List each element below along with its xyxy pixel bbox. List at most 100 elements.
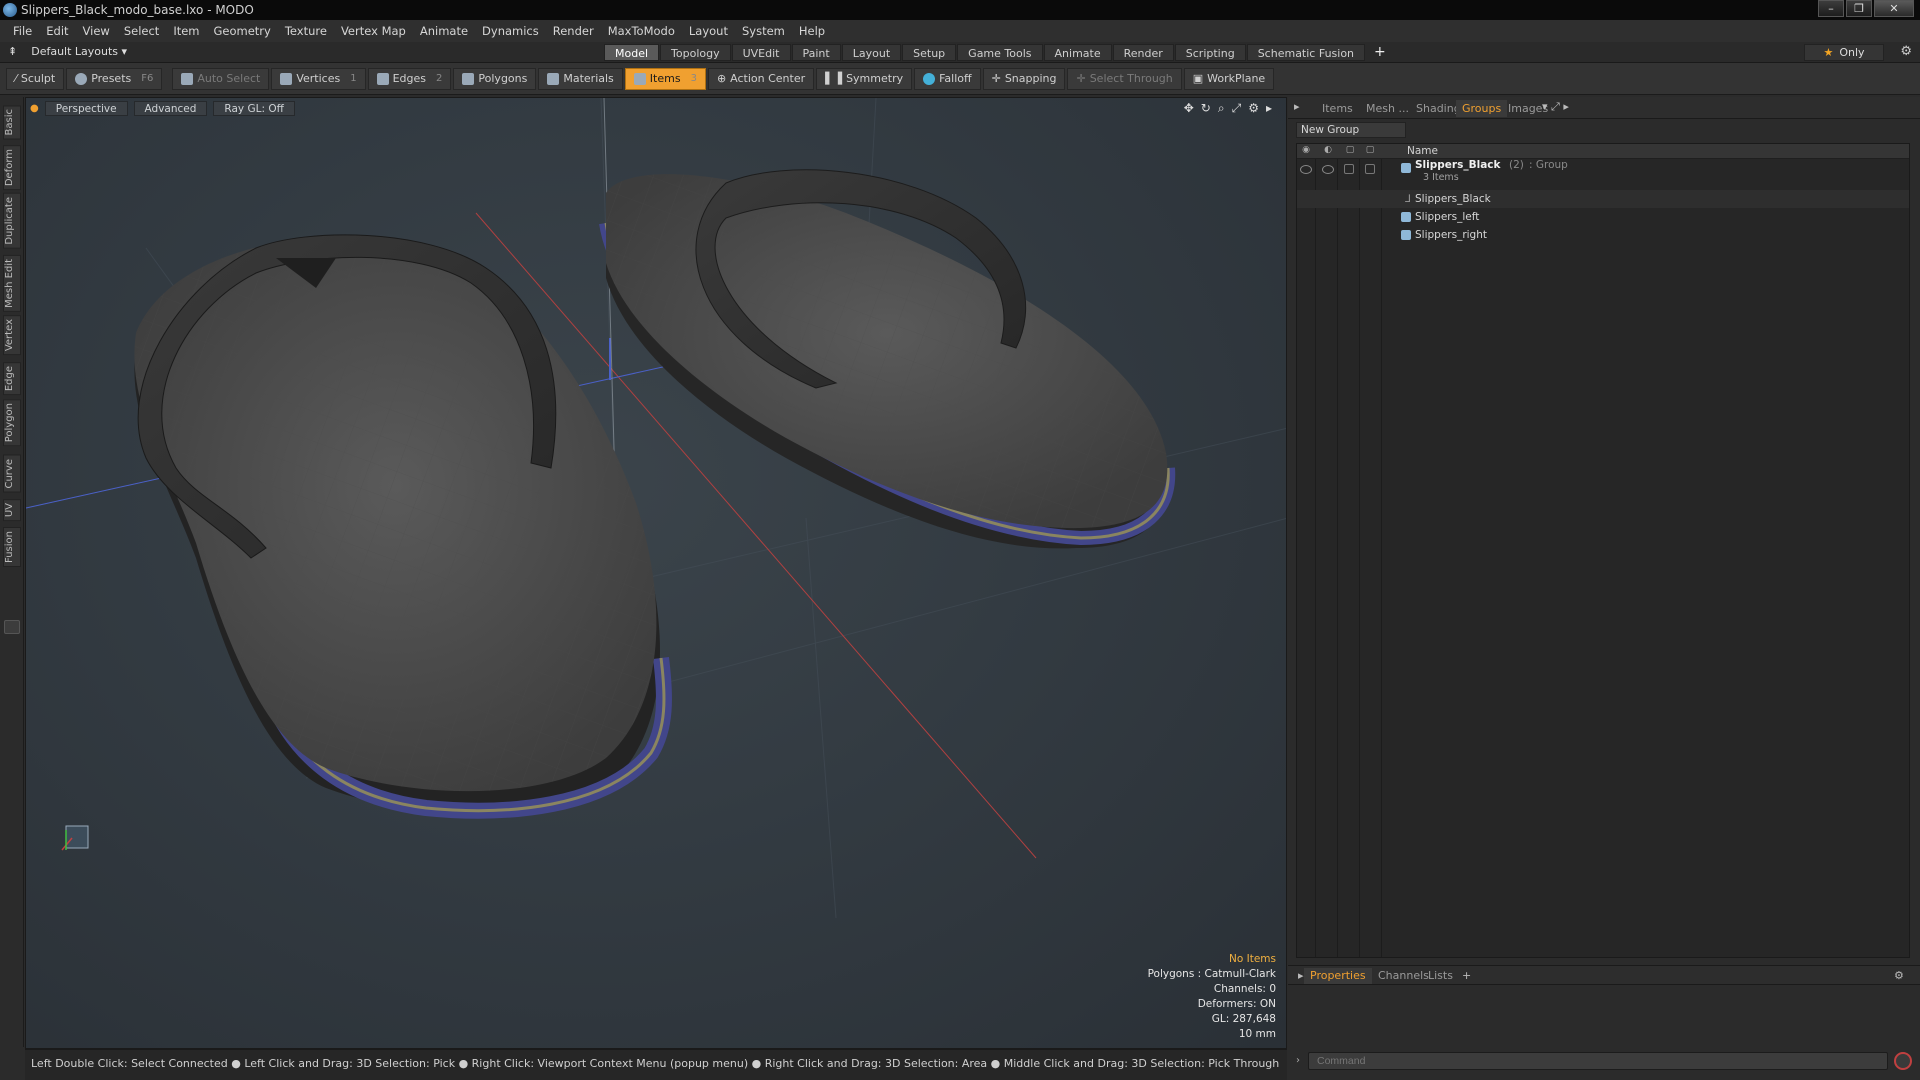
sculpt-button[interactable]: ⁄ Sculpt bbox=[6, 67, 65, 90]
slipper-right-model[interactable] bbox=[599, 169, 1176, 549]
vtab-uv[interactable]: UV bbox=[3, 499, 21, 522]
render-toggle-icon[interactable] bbox=[1322, 165, 1334, 174]
render-column-icon[interactable]: ◐ bbox=[1321, 145, 1335, 157]
add-tab-icon[interactable]: + bbox=[1366, 44, 1394, 61]
tab-layout[interactable]: Layout bbox=[841, 44, 902, 61]
slipper-left-model[interactable] bbox=[134, 234, 672, 819]
menu-item[interactable]: Item bbox=[166, 24, 206, 38]
select-column-icon[interactable]: ▢ bbox=[1363, 145, 1377, 157]
vertices-button[interactable]: Vertices 1 bbox=[271, 67, 366, 90]
tab-schematic-fusion[interactable]: Schematic Fusion bbox=[1246, 44, 1366, 61]
vtab-fusion[interactable]: Fusion bbox=[3, 527, 21, 567]
tree-row-slippers-black[interactable]: ⅃ Slippers_Black bbox=[1297, 190, 1909, 208]
tab-game-tools[interactable]: Game Tools bbox=[957, 44, 1043, 61]
pan-icon[interactable]: ✥ bbox=[1184, 101, 1194, 116]
vtab-curve[interactable]: Curve bbox=[3, 455, 21, 493]
menu-vertex-map[interactable]: Vertex Map bbox=[334, 24, 413, 38]
panel-collapse-icon[interactable]: ▸ bbox=[1294, 100, 1300, 113]
tabs-dropdown-icon[interactable]: ▾ ⤢ ▸ bbox=[1542, 100, 1569, 114]
menu-maxtomodo[interactable]: MaxToModo bbox=[601, 24, 682, 38]
tab-items[interactable]: Items bbox=[1316, 100, 1359, 117]
viewport-menu-dot[interactable]: ● bbox=[30, 101, 39, 116]
maximize-button[interactable]: ❐ bbox=[1846, 0, 1872, 17]
items-button[interactable]: Items 3 bbox=[624, 67, 706, 90]
new-group-button[interactable]: New Group bbox=[1296, 122, 1406, 138]
materials-button[interactable]: Materials bbox=[538, 67, 623, 90]
vtab-polygon[interactable]: Polygon bbox=[3, 399, 21, 447]
tab-setup[interactable]: Setup bbox=[902, 44, 957, 61]
3d-viewport[interactable]: ● Perspective Advanced Ray GL: Off ✥ ↻ ⌕… bbox=[25, 97, 1287, 1049]
vtab-deform[interactable]: Deform bbox=[3, 145, 21, 191]
vtab-basic[interactable]: Basic bbox=[3, 105, 21, 140]
zoom-icon[interactable]: ⌕ bbox=[1218, 101, 1225, 116]
tree-row-group[interactable]: Slippers_Black (2) : Group 3 Items bbox=[1297, 159, 1909, 183]
tab-groups[interactable]: Groups bbox=[1456, 100, 1508, 117]
lock-column-icon[interactable]: ▢ bbox=[1343, 145, 1357, 157]
symmetry-button[interactable]: ▌▐ Symmetry bbox=[816, 67, 913, 90]
workplane-button[interactable]: ▣ WorkPlane bbox=[1183, 67, 1275, 90]
tab-mesh[interactable]: Mesh ... bbox=[1360, 100, 1415, 117]
tree-row-slippers-right[interactable]: Slippers_right bbox=[1297, 226, 1909, 244]
menu-help[interactable]: Help bbox=[792, 24, 832, 38]
select-toggle[interactable] bbox=[1365, 164, 1375, 174]
expand-arrow-icon[interactable]: ▸ bbox=[1266, 101, 1272, 116]
lock-toggle[interactable] bbox=[1344, 164, 1354, 174]
auto-select-button[interactable]: Auto Select bbox=[172, 67, 270, 90]
menu-select[interactable]: Select bbox=[117, 24, 166, 38]
command-stop-icon[interactable] bbox=[1894, 1052, 1912, 1070]
tab-render[interactable]: Render bbox=[1112, 44, 1174, 61]
vtab-duplicate[interactable]: Duplicate bbox=[3, 193, 21, 249]
perspective-dropdown[interactable]: Perspective bbox=[44, 101, 128, 116]
snapping-button[interactable]: ✛ Snapping bbox=[982, 67, 1066, 90]
edges-button[interactable]: Edges 2 bbox=[367, 67, 452, 90]
viewport-settings-icon[interactable]: ⚙ bbox=[1248, 101, 1259, 116]
polygons-button[interactable]: Polygons bbox=[453, 67, 537, 90]
panel-toggle-icon[interactable] bbox=[4, 620, 20, 634]
gear-icon[interactable]: ⚙ bbox=[1900, 44, 1912, 59]
item-name: Slippers_Black bbox=[1415, 193, 1491, 205]
visibility-toggle-icon[interactable] bbox=[1300, 165, 1312, 174]
tab-topology[interactable]: Topology bbox=[660, 44, 731, 61]
tree-row-slippers-left[interactable]: Slippers_left bbox=[1297, 208, 1909, 226]
visibility-column-icon[interactable]: ◉ bbox=[1299, 145, 1313, 157]
vtab-vertex[interactable]: Vertex bbox=[3, 315, 21, 356]
menu-render[interactable]: Render bbox=[546, 24, 601, 38]
bottom-settings-icon[interactable]: ⚙ bbox=[1888, 968, 1910, 984]
rotate-icon[interactable]: ↻ bbox=[1201, 101, 1211, 116]
add-tab-icon[interactable]: + bbox=[1456, 968, 1477, 984]
select-through-button[interactable]: ✛ Select Through bbox=[1067, 67, 1182, 90]
raygl-toggle[interactable]: Ray GL: Off bbox=[213, 101, 295, 116]
workplane-icon: ▣ bbox=[1192, 72, 1204, 85]
falloff-button[interactable]: Falloff bbox=[914, 67, 981, 90]
tab-lists[interactable]: Lists bbox=[1422, 968, 1459, 984]
minimize-button[interactable]: – bbox=[1818, 0, 1844, 17]
tab-animate[interactable]: Animate bbox=[1043, 44, 1112, 61]
tab-properties[interactable]: Properties bbox=[1304, 968, 1372, 984]
tab-scripting[interactable]: Scripting bbox=[1174, 44, 1246, 61]
tab-uvedit[interactable]: UVEdit bbox=[731, 44, 791, 61]
menu-system[interactable]: System bbox=[735, 24, 792, 38]
menu-view[interactable]: View bbox=[76, 24, 117, 38]
close-button[interactable]: ✕ bbox=[1874, 0, 1914, 17]
only-toggle[interactable]: ★ Only bbox=[1804, 44, 1884, 61]
layout-switch-icon[interactable]: ⇞ bbox=[8, 45, 17, 58]
menu-file[interactable]: File bbox=[6, 24, 39, 38]
presets-button[interactable]: Presets F6 bbox=[66, 67, 163, 90]
vtab-edge[interactable]: Edge bbox=[3, 362, 21, 396]
menu-texture[interactable]: Texture bbox=[278, 24, 334, 38]
menu-animate[interactable]: Animate bbox=[413, 24, 475, 38]
action-center-button[interactable]: ⊕ Action Center bbox=[707, 67, 815, 90]
command-input[interactable] bbox=[1308, 1052, 1888, 1070]
menu-geometry[interactable]: Geometry bbox=[207, 24, 278, 38]
menu-layout[interactable]: Layout bbox=[682, 24, 735, 38]
vtab-mesh-edit[interactable]: Mesh Edit bbox=[3, 255, 21, 312]
shading-dropdown[interactable]: Advanced bbox=[133, 101, 208, 116]
default-layouts-dropdown[interactable]: Default Layouts ▾ bbox=[31, 45, 127, 58]
auto-select-label: Auto Select bbox=[197, 72, 261, 85]
mode-bar: ⇞ Default Layouts ▾ Model Topology UVEdi… bbox=[0, 42, 1920, 63]
menu-edit[interactable]: Edit bbox=[39, 24, 75, 38]
fit-icon[interactable]: ⤢ bbox=[1232, 101, 1242, 116]
tab-paint[interactable]: Paint bbox=[791, 44, 841, 61]
tab-model[interactable]: Model bbox=[604, 44, 660, 61]
menu-dynamics[interactable]: Dynamics bbox=[475, 24, 546, 38]
